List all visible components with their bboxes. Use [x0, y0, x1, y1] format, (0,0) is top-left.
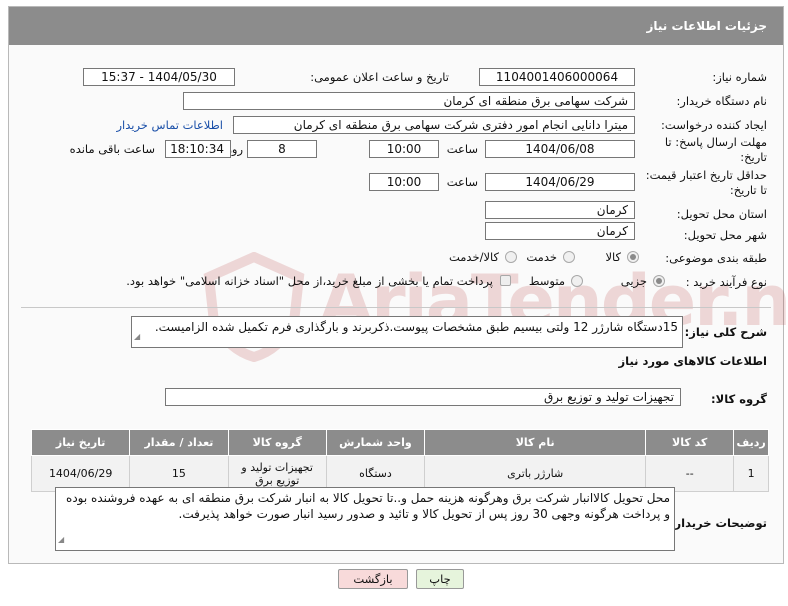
city-label: شهر محل تحویل:	[683, 228, 767, 242]
col-date: تاریخ نیاز	[30, 429, 131, 456]
table-header-row: ردیف کد کالا نام کالا واحد شمارش گروه کا…	[30, 429, 769, 456]
price-validity-label-date: تا تاریخ:	[729, 183, 767, 197]
buyer-notes-label: توضیحات خریدار:	[669, 516, 767, 530]
process-radio-medium[interactable]	[571, 275, 583, 287]
details-panel: جزئیات اطلاعات نیاز AriaTender.neT شماره…	[8, 6, 788, 564]
creator-label: ایجاد کننده درخواست:	[661, 118, 767, 132]
panel-header: جزئیات اطلاعات نیاز	[9, 7, 783, 45]
goods-section-title: اطلاعات کالاهای مورد نیاز	[618, 354, 767, 368]
remaining-time-field: 18:10:34	[165, 140, 231, 158]
process-option-medium: متوسط	[528, 274, 565, 288]
category-option-goods: کالا	[605, 250, 621, 264]
col-qty: تعداد / مقدار	[129, 429, 229, 456]
goods-table: ردیف کد کالا نام کالا واحد شمارش گروه کا…	[30, 429, 769, 492]
category-radio-service[interactable]	[563, 251, 575, 263]
buyer-notes-text: محل تحویل کالاانبار شرکت برق وهرگونه هزی…	[66, 491, 670, 521]
col-code: کد کالا	[645, 429, 735, 456]
cell-row: 1	[733, 455, 769, 492]
print-button[interactable]: چاپ	[416, 569, 464, 589]
category-label: طبقه بندی موضوعی:	[665, 251, 767, 265]
need-number-field: 1104001406000064	[479, 68, 635, 86]
price-hour-label: ساعت	[446, 175, 478, 189]
col-unit: واحد شمارش	[325, 429, 426, 456]
price-time-field: 10:00	[369, 173, 439, 191]
deadline-label-date: تاریخ:	[740, 150, 767, 164]
deadline-time-field: 10:00	[369, 140, 439, 158]
process-radio-minor[interactable]	[653, 275, 665, 287]
treasury-payment-note: پرداخت تمام یا بخشی از مبلغ خرید،از محل …	[126, 274, 493, 288]
category-radio-goods[interactable]	[627, 251, 639, 263]
category-option-goods-service: کالا/خدمت	[448, 250, 499, 264]
remaining-label: ساعت باقی مانده	[69, 142, 155, 156]
col-group: گروه کالا	[227, 429, 327, 456]
summary-text: 15دستگاه شارژر 12 ولتی بیسیم طبق مشخصات …	[154, 320, 678, 334]
city-field: کرمان	[485, 222, 635, 240]
province-field: کرمان	[485, 201, 635, 219]
treasury-payment-checkbox[interactable]	[500, 275, 511, 286]
col-name: نام کالا	[424, 429, 647, 456]
summary-label: شرح کلی نیاز:	[684, 325, 767, 339]
buyer-contact-link[interactable]: اطلاعات تماس خریدار	[116, 118, 223, 132]
price-validity-label: حداقل تاریخ اعتبار قیمت:	[645, 168, 767, 182]
need-number-label: شماره نیاز:	[712, 70, 767, 84]
notes-resize-handle-icon[interactable]: ◢	[58, 532, 64, 548]
summary-textarea[interactable]: 15دستگاه شارژر 12 ولتی بیسیم طبق مشخصات …	[131, 316, 683, 348]
deadline-date-field: 1404/06/08	[485, 140, 635, 158]
deadline-label: مهلت ارسال پاسخ: تا	[664, 135, 767, 149]
buyer-label: نام دستگاه خریدار:	[676, 94, 767, 108]
resize-handle-icon[interactable]: ◢	[134, 329, 140, 345]
days-field: 8	[247, 140, 317, 158]
creator-field: میترا دانایی انجام امور دفتری شرکت سهامی…	[233, 116, 635, 134]
goods-group-field: تجهیزات تولید و توزیع برق	[165, 388, 681, 406]
price-date-field: 1404/06/29	[485, 173, 635, 191]
announce-field: 1404/05/30 - 15:37	[83, 68, 235, 86]
category-radio-goods-service[interactable]	[505, 251, 517, 263]
category-option-service: خدمت	[526, 250, 557, 264]
process-label: نوع فرآیند خرید :	[685, 275, 767, 289]
process-option-minor: جزیی	[620, 274, 647, 288]
province-label: استان محل تحویل:	[676, 207, 767, 221]
goods-group-label: گروه کالا:	[711, 392, 767, 406]
deadline-hour-label: ساعت	[446, 142, 478, 156]
col-row: ردیف	[733, 429, 769, 456]
announce-label: تاریخ و ساعت اعلان عمومی:	[310, 70, 449, 84]
divider	[21, 307, 771, 308]
buyer-field: شرکت سهامی برق منطقه ای کرمان	[183, 92, 635, 110]
back-button[interactable]: بازگشت	[338, 569, 408, 589]
buyer-notes-textarea[interactable]: محل تحویل کالاانبار شرکت برق وهرگونه هزی…	[55, 487, 675, 551]
